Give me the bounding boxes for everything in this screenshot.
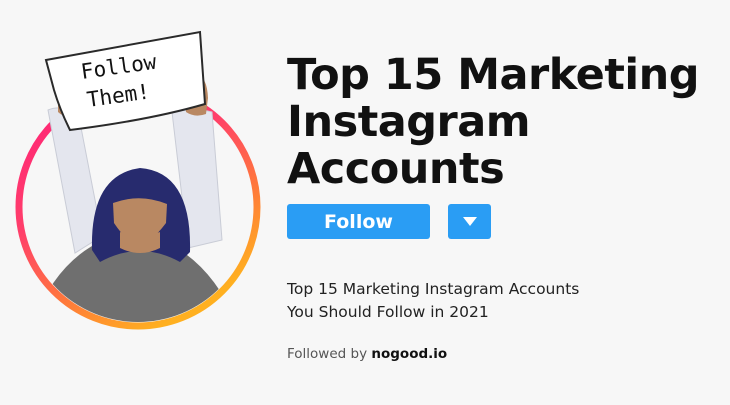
follow-button[interactable]: Follow: [287, 204, 430, 239]
profile-description: Top 15 Marketing Instagram Accounts You …: [287, 278, 707, 324]
followed-by-account-link[interactable]: nogood.io: [371, 346, 447, 362]
description-line-1: Top 15 Marketing Instagram Accounts: [287, 280, 580, 298]
profile-illustration: Follow Them!: [0, 0, 270, 405]
title-line-1: Top 15 Marketing: [287, 50, 700, 100]
description-line-2: You Should Follow in 2021: [287, 303, 489, 321]
follow-options-dropdown-button[interactable]: [448, 204, 491, 239]
title-line-3: Accounts: [287, 144, 505, 194]
title-line-2: Instagram: [287, 97, 531, 147]
followed-by-line: Followed by nogood.io: [287, 346, 447, 362]
followed-by-prefix: Followed by: [287, 346, 368, 362]
person-holding-sign-icon: Follow Them!: [15, 30, 261, 330]
page-title: Top 15 Marketing Instagram Accounts: [287, 52, 717, 193]
triangle-down-icon: [462, 217, 477, 226]
